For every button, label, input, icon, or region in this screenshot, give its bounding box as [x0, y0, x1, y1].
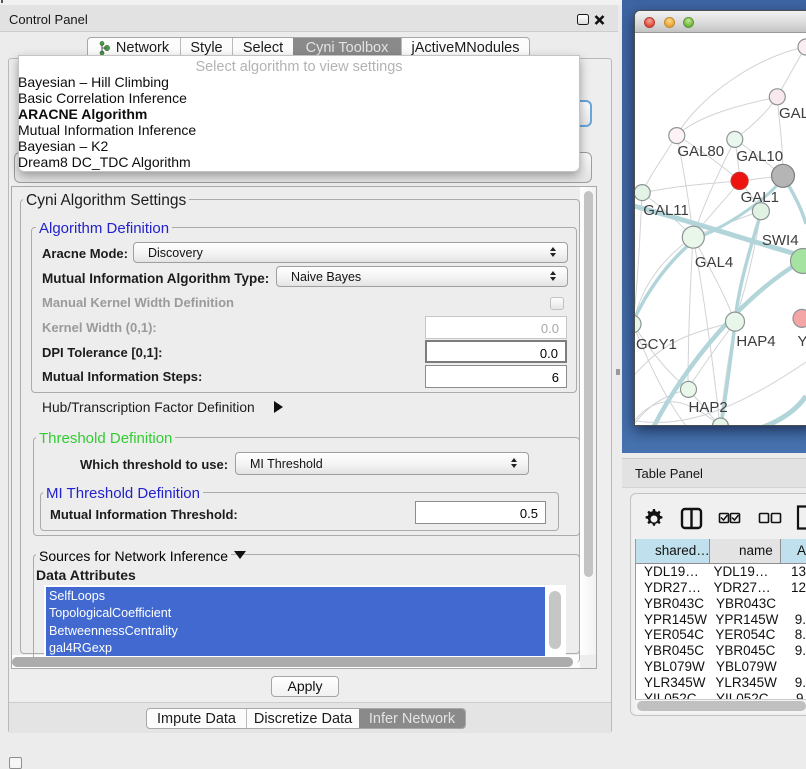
svg-text:YP: YP	[798, 333, 806, 350]
svg-text:GAL1: GAL1	[741, 189, 779, 206]
svg-text:GAL11: GAL11	[643, 202, 689, 219]
svg-text:GAL80: GAL80	[677, 143, 724, 160]
svg-text:HAP2: HAP2	[689, 399, 728, 416]
svg-text:HAP4: HAP4	[736, 333, 775, 350]
svg-text:GCY1: GCY1	[636, 336, 677, 353]
svg-text:GAL4: GAL4	[695, 254, 733, 271]
svg-text:GAL2: GAL2	[779, 105, 806, 122]
svg-text:SWI4: SWI4	[762, 232, 799, 249]
svg-text:GAL10: GAL10	[736, 148, 783, 165]
